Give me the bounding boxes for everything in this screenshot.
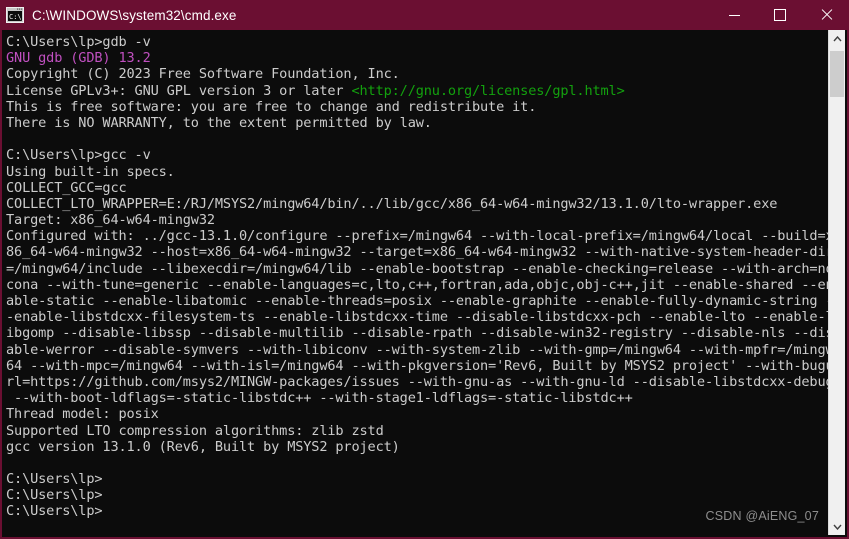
window-controls <box>711 0 847 30</box>
terminal-line: Target: x86_64-w64-mingw32 <box>6 212 828 228</box>
terminal-line: Thread model: posix <box>6 406 828 422</box>
terminal-text: Supported LTO compression algorithms: zl… <box>6 422 384 439</box>
maximize-icon <box>774 9 786 21</box>
terminal-text: able-static --enable-libatomic --enable-… <box>6 293 828 309</box>
terminal-line: C:\Users\lp>gdb -v <box>6 34 828 50</box>
terminal-area: C:\Users\lp>gdb -v GNU gdb (GDB) 13.2 Copy… <box>4 30 845 535</box>
chevron-down-icon <box>832 524 842 530</box>
cmd-window: C:\_ C:\WINDOWS\system32\cmd.exe C:\User… <box>0 0 849 539</box>
terminal-text: GNU gdb (GDB) 13.2 <box>6 50 151 67</box>
terminal-text: able-werror --disable-symvers --with-lib… <box>6 341 828 358</box>
terminal-text: Target: x86_64-w64-mingw32 <box>6 212 215 229</box>
terminal-text: There is NO WARRANTY, to the extent perm… <box>6 114 432 131</box>
terminal-text: This is free software: you are free to c… <box>6 98 537 115</box>
close-button[interactable] <box>803 0 847 30</box>
title-bar[interactable]: C:\_ C:\WINDOWS\system32\cmd.exe <box>2 0 847 30</box>
terminal-line: able-static --enable-libatomic --enable-… <box>6 293 828 309</box>
close-icon <box>820 9 832 21</box>
terminal-text: C:\Users\lp>gdb -v <box>6 34 151 50</box>
terminal-line: =/mingw64/include --libexecdir=/mingw64/… <box>6 261 828 277</box>
minimize-button[interactable] <box>711 0 757 30</box>
terminal-line: -enable-libstdcxx-filesystem-ts --enable… <box>6 309 828 325</box>
terminal-line: rl=https://github.com/msys2/MINGW-packag… <box>6 374 828 390</box>
terminal-text: rl=https://github.com/msys2/MINGW-packag… <box>6 373 828 390</box>
terminal-line: Copyright (C) 2023 Free Software Foundat… <box>6 66 828 82</box>
terminal-line: There is NO WARRANTY, to the extent perm… <box>6 115 828 131</box>
terminal-line: 64 --with-mpc=/mingw64 --with-isl=/mingw… <box>6 358 828 374</box>
terminal-text: <http://gnu.org/licenses/gpl.html> <box>351 82 625 99</box>
terminal-text: 64 --with-mpc=/mingw64 --with-isl=/mingw… <box>6 357 828 374</box>
chevron-up-icon <box>832 35 842 41</box>
terminal-text: COLLECT_GCC=gcc <box>6 179 127 196</box>
terminal-line: gcc version 13.1.0 (Rev6, Built by MSYS2… <box>6 439 828 455</box>
terminal-line: This is free software: you are free to c… <box>6 99 828 115</box>
terminal-line: Using built-in specs. <box>6 164 828 180</box>
terminal-line: able-werror --disable-symvers --with-lib… <box>6 342 828 358</box>
terminal-text: ibgomp --disable-libssp --disable-multil… <box>6 325 828 342</box>
terminal-output[interactable]: C:\Users\lp>gdb -v GNU gdb (GDB) 13.2 Copy… <box>4 30 828 535</box>
terminal-line: 86_64-w64-mingw32 --host=x86_64-w64-ming… <box>6 244 828 260</box>
vertical-scrollbar[interactable] <box>828 30 845 535</box>
terminal-line: COLLECT_GCC=gcc <box>6 180 828 196</box>
maximize-button[interactable] <box>757 0 803 30</box>
minimize-icon <box>728 14 740 16</box>
terminal-line: ibgomp --disable-libssp --disable-multil… <box>6 325 828 341</box>
terminal-text: COLLECT_LTO_WRAPPER=E:/RJ/MSYS2/mingw64/… <box>6 195 778 212</box>
terminal-text: Copyright (C) 2023 Free Software Foundat… <box>6 66 400 83</box>
terminal-line: Configured with: ../gcc-13.1.0/configure… <box>6 228 828 244</box>
cmd-console-icon: C:\_ <box>6 7 27 23</box>
terminal-line: C:\Users\lp> <box>6 487 828 503</box>
terminal-text: -enable-libstdcxx-filesystem-ts --enable… <box>6 309 828 326</box>
terminal-line: C:\Users\lp> <box>6 471 828 487</box>
scroll-up-button[interactable] <box>829 30 845 47</box>
terminal-text: gcc version 13.1.0 (Rev6, Built by MSYS2… <box>6 438 400 455</box>
terminal-text: Configured with: ../gcc-13.1.0/configure… <box>6 228 828 245</box>
terminal-text: Using built-in specs. <box>6 163 175 180</box>
terminal-line: C:\Users\lp>gcc -v <box>6 147 828 163</box>
terminal-text: --with-boot-ldflags=-static-libstdc++ --… <box>6 390 633 407</box>
terminal-text: C:\Users\lp>gcc -v <box>6 147 151 164</box>
terminal-text: cona --with-tune=generic --enable-langua… <box>6 276 828 293</box>
terminal-line: Supported LTO compression algorithms: zl… <box>6 423 828 439</box>
terminal-line: C:\Users\lp> <box>6 503 828 519</box>
terminal-text: =/mingw64/include --libexecdir=/mingw64/… <box>6 260 828 277</box>
window-title: C:\WINDOWS\system32\cmd.exe <box>32 7 237 23</box>
scroll-down-button[interactable] <box>829 518 845 535</box>
terminal-text: 86_64-w64-mingw32 --host=x86_64-w64-ming… <box>6 244 828 261</box>
scrollbar-thumb[interactable] <box>830 51 844 97</box>
terminal-line: GNU gdb (GDB) 13.2 <box>6 50 828 66</box>
svg-text:C:\_: C:\_ <box>9 13 24 21</box>
terminal-line: cona --with-tune=generic --enable-langua… <box>6 277 828 293</box>
terminal-text: C:\Users\lp> <box>6 503 103 520</box>
terminal-line: --with-boot-ldflags=-static-libstdc++ --… <box>6 390 828 406</box>
terminal-text: Thread model: posix <box>6 406 159 423</box>
terminal-line: License GPLv3+: GNU GPL version 3 or lat… <box>6 83 828 99</box>
terminal-text: C:\Users\lp> <box>6 487 103 504</box>
terminal-text: License GPLv3+: GNU GPL version 3 or lat… <box>6 82 352 99</box>
terminal-text: C:\Users\lp> <box>6 471 103 488</box>
terminal-line: COLLECT_LTO_WRAPPER=E:/RJ/MSYS2/mingw64/… <box>6 196 828 212</box>
